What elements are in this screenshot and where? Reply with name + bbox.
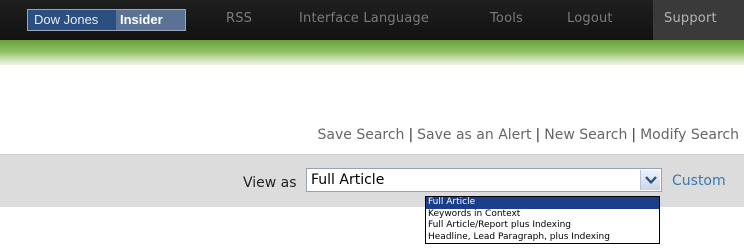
view-as-selected-value: Full Article bbox=[311, 172, 385, 188]
nav-support-link[interactable]: Support bbox=[664, 11, 717, 26]
dow-jones-insider-logo[interactable]: Dow Jones Insider bbox=[27, 9, 186, 31]
green-header-band bbox=[0, 40, 744, 65]
action-separator: | bbox=[408, 127, 414, 143]
nav-rss-link[interactable]: RSS bbox=[226, 11, 252, 26]
new-search-link[interactable]: New Search bbox=[544, 127, 627, 143]
view-as-options-list: Full Article Keywords in Context Full Ar… bbox=[425, 196, 660, 244]
top-navigation-bar: Dow Jones Insider RSS Interface Language… bbox=[0, 0, 744, 40]
nav-interface-language-link[interactable]: Interface Language bbox=[299, 11, 429, 26]
action-separator: | bbox=[535, 127, 541, 143]
custom-link[interactable]: Custom bbox=[672, 173, 726, 189]
view-option-full-article[interactable]: Full Article bbox=[426, 197, 659, 209]
logo-text-dow-jones: Dow Jones bbox=[34, 12, 99, 27]
nav-tools-link[interactable]: Tools bbox=[490, 11, 523, 26]
view-option-full-article-report-indexing[interactable]: Full Article/Report plus Indexing bbox=[426, 220, 659, 232]
view-option-keywords-in-context[interactable]: Keywords in Context bbox=[426, 209, 659, 221]
chevron-down-icon[interactable] bbox=[640, 170, 660, 190]
view-as-select[interactable]: Full Article bbox=[306, 168, 662, 192]
logo-text-insider: Insider bbox=[116, 10, 185, 30]
view-as-label: View as bbox=[243, 175, 297, 191]
modify-search-link[interactable]: Modify Search bbox=[640, 127, 739, 143]
search-actions-bar: Save Search | Save as an Alert | New Search |… bbox=[318, 127, 739, 143]
save-as-alert-link[interactable]: Save as an Alert bbox=[417, 127, 531, 143]
save-search-link[interactable]: Save Search bbox=[318, 127, 405, 143]
nav-logout-link[interactable]: Logout bbox=[567, 11, 613, 26]
action-separator: | bbox=[631, 127, 637, 143]
chevron-down-icon-glyph bbox=[644, 176, 657, 184]
view-option-headline-lead-paragraph-indexing[interactable]: Headline, Lead Paragraph, plus Indexing bbox=[426, 232, 659, 244]
